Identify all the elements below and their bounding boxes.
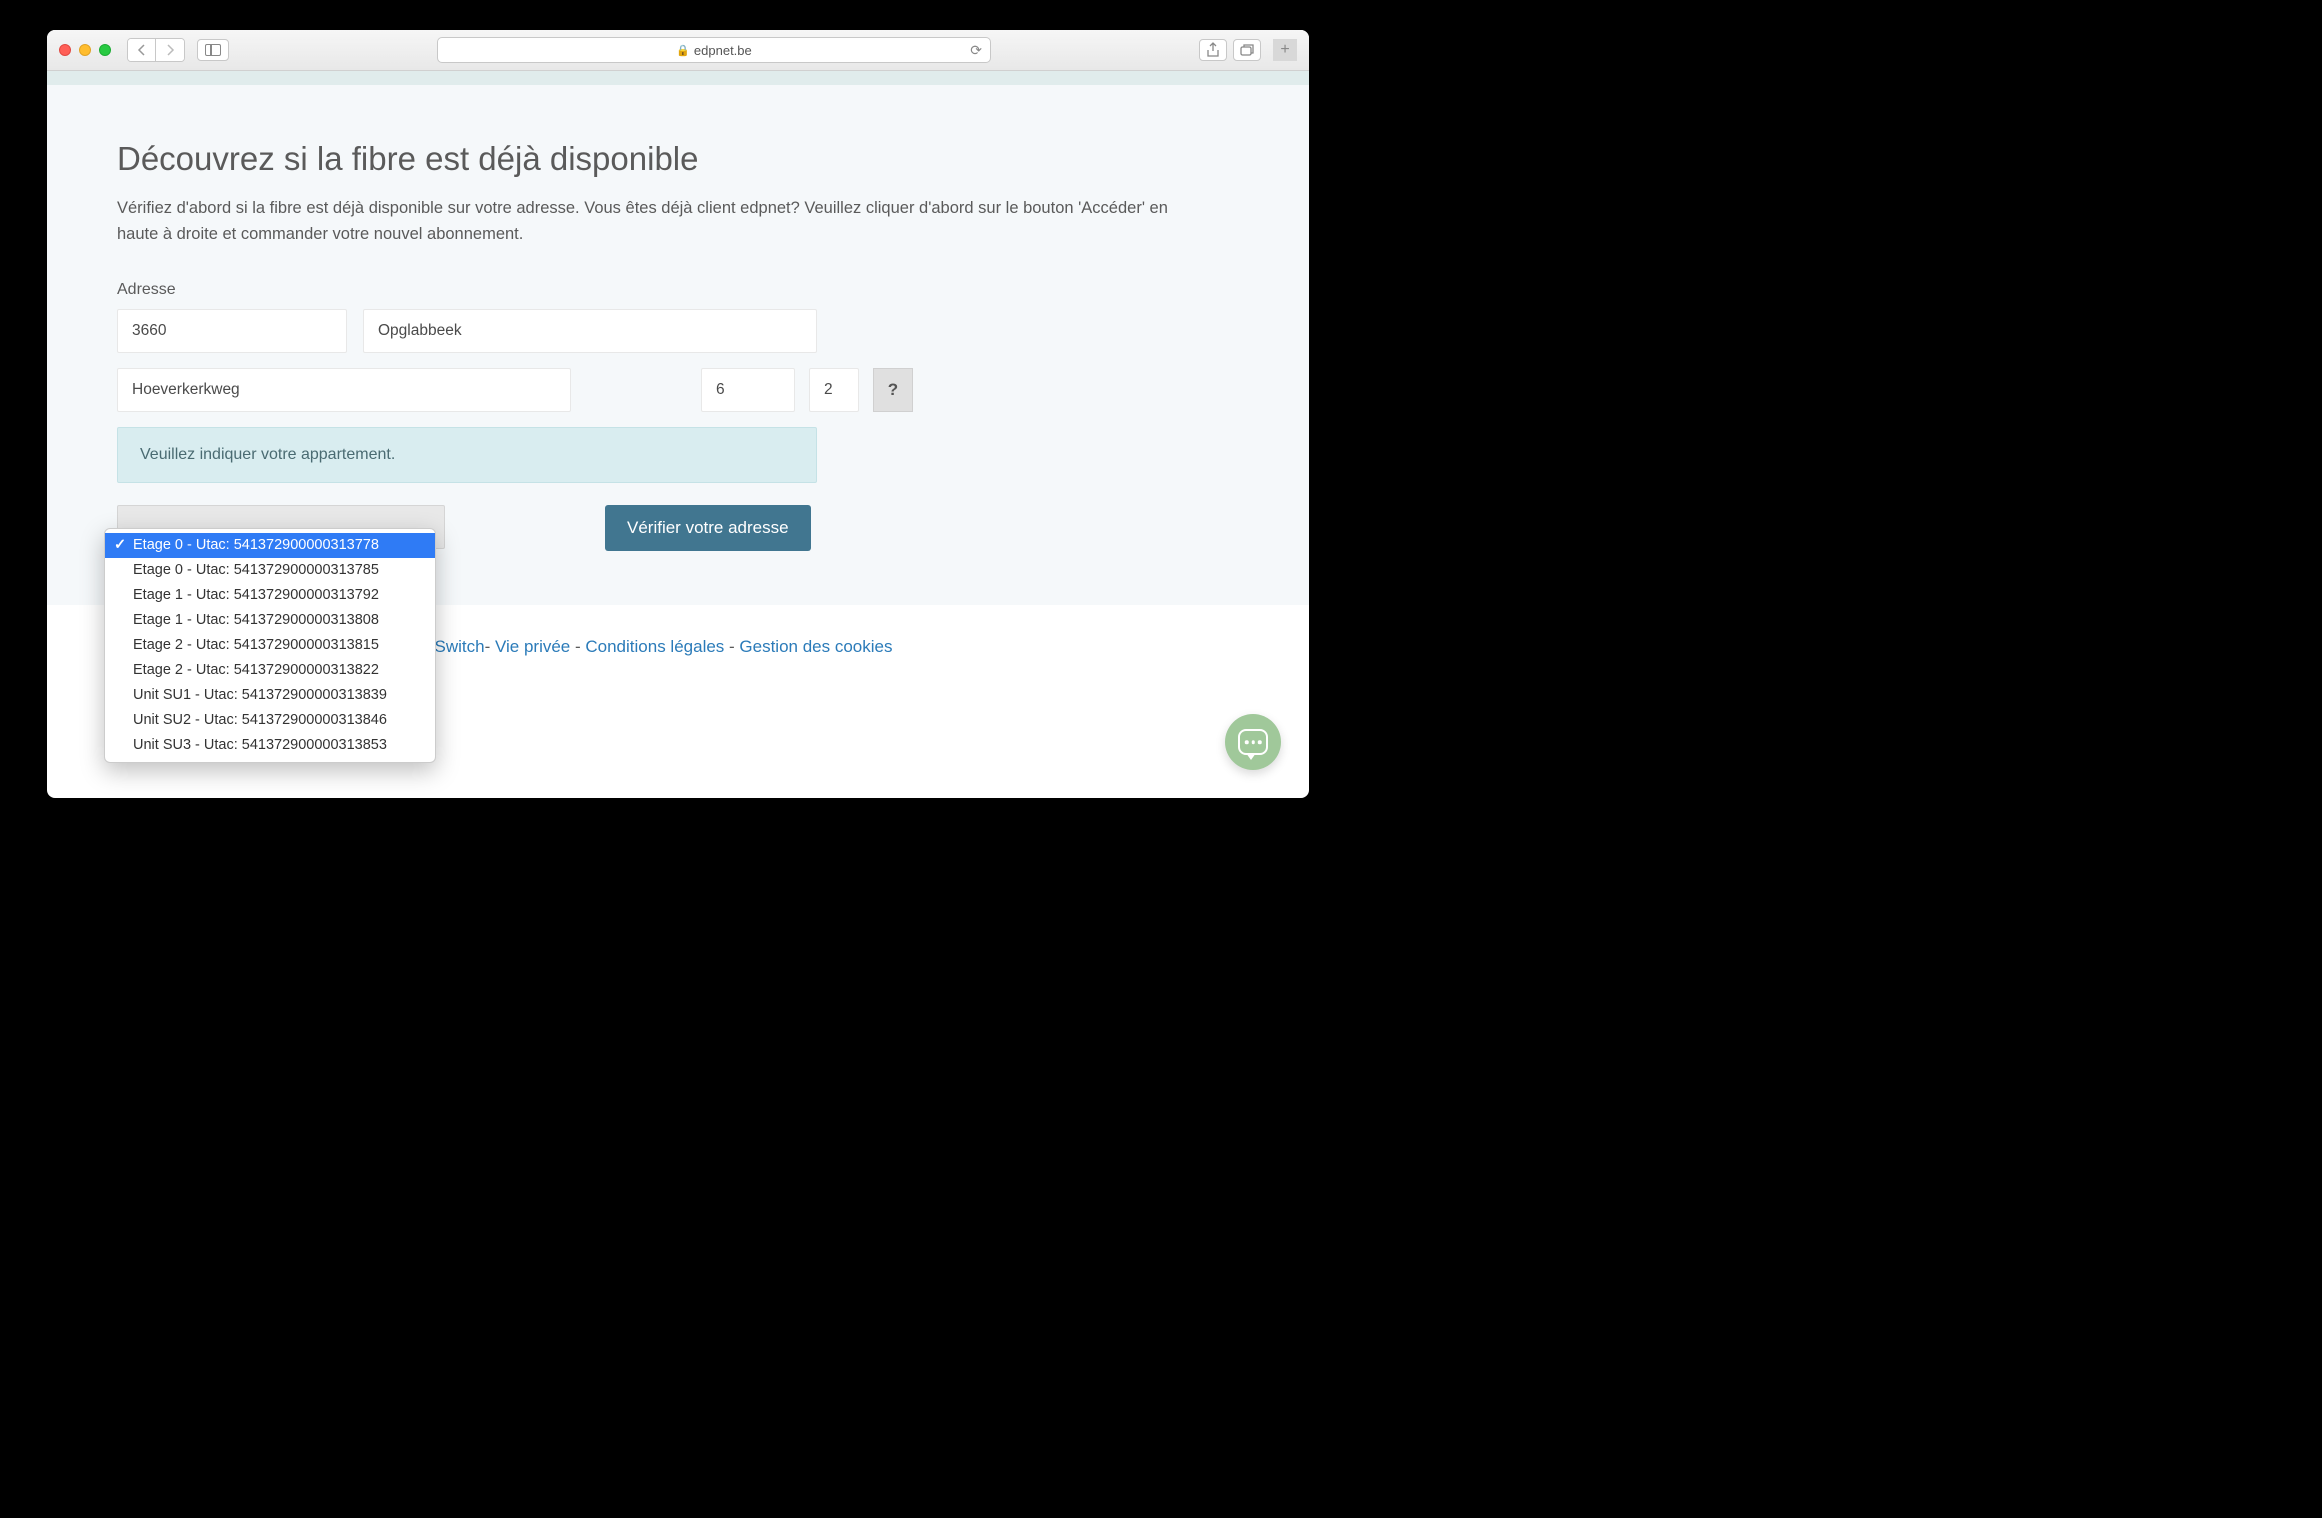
- footer-link-cookies[interactable]: Gestion des cookies: [739, 637, 892, 656]
- browser-window: 🔒 edpnet.be ⟳ + Découvrez si la fibre es…: [47, 30, 1309, 798]
- help-button[interactable]: ?: [873, 368, 913, 412]
- sidebar-icon: [205, 44, 221, 56]
- dropdown-option[interactable]: Etage 0 - Utac: 541372900000313785: [105, 558, 435, 583]
- postal-code-input[interactable]: [117, 309, 347, 353]
- apartment-dropdown-menu: Etage 0 - Utac: 541372900000313778 Etage…: [104, 528, 436, 763]
- maximize-window-button[interactable]: [99, 44, 111, 56]
- lock-icon: 🔒: [676, 44, 690, 57]
- address-row-1: [117, 309, 1239, 353]
- new-tab-button[interactable]: +: [1273, 39, 1297, 61]
- dropdown-option[interactable]: Etage 1 - Utac: 541372900000313792: [105, 583, 435, 608]
- action-row: Etage 0 - Utac: 541372900000313778 Etage…: [117, 505, 1239, 551]
- reload-icon[interactable]: ⟳: [970, 42, 982, 59]
- address-row-2: ?: [117, 368, 1239, 412]
- chat-icon: [1238, 729, 1268, 755]
- nav-buttons: [127, 38, 185, 62]
- dropdown-option[interactable]: Unit SU3 - Utac: 541372900000313853: [105, 733, 435, 758]
- address-label: Adresse: [117, 281, 1239, 299]
- chat-widget-button[interactable]: [1225, 714, 1281, 770]
- dropdown-option[interactable]: Etage 2 - Utac: 541372900000313815: [105, 633, 435, 658]
- back-button[interactable]: [128, 39, 156, 61]
- minimize-window-button[interactable]: [79, 44, 91, 56]
- dropdown-option[interactable]: Etage 1 - Utac: 541372900000313808: [105, 608, 435, 633]
- dropdown-option[interactable]: Etage 2 - Utac: 541372900000313822: [105, 658, 435, 683]
- footer-link-legal[interactable]: Conditions légales: [585, 637, 724, 656]
- page-title: Découvrez si la fibre est déjà disponibl…: [117, 140, 1239, 178]
- verify-address-button[interactable]: Vérifier votre adresse: [605, 505, 811, 551]
- right-toolbar-buttons: [1199, 39, 1261, 61]
- forward-button[interactable]: [156, 39, 184, 61]
- footer-link-privacy[interactable]: Vie privée: [495, 637, 570, 656]
- street-input[interactable]: [117, 368, 571, 412]
- titlebar: 🔒 edpnet.be ⟳ +: [47, 30, 1309, 71]
- house-number-input[interactable]: [701, 368, 795, 412]
- page-content: Découvrez si la fibre est déjà disponibl…: [47, 71, 1309, 798]
- apartment-select[interactable]: Etage 0 - Utac: 541372900000313778 Etage…: [117, 505, 445, 549]
- traffic-lights: [59, 44, 111, 56]
- city-input[interactable]: [363, 309, 817, 353]
- header-strip: [47, 71, 1309, 85]
- page-subtitle: Vérifiez d'abord si la fibre est déjà di…: [117, 196, 1177, 247]
- share-button[interactable]: [1199, 39, 1227, 61]
- close-window-button[interactable]: [59, 44, 71, 56]
- url-bar[interactable]: 🔒 edpnet.be ⟳: [437, 37, 991, 63]
- sidebar-toggle-button[interactable]: [197, 39, 229, 61]
- dropdown-option[interactable]: Unit SU2 - Utac: 541372900000313846: [105, 708, 435, 733]
- tabs-button[interactable]: [1233, 39, 1261, 61]
- info-message-box: Veuillez indiquer votre appartement.: [117, 427, 817, 483]
- dropdown-option[interactable]: Unit SU1 - Utac: 541372900000313839: [105, 683, 435, 708]
- url-text: edpnet.be: [694, 43, 752, 58]
- suffix-input[interactable]: [809, 368, 859, 412]
- main-area: Découvrez si la fibre est déjà disponibl…: [47, 85, 1309, 605]
- dropdown-option[interactable]: Etage 0 - Utac: 541372900000313778: [105, 533, 435, 558]
